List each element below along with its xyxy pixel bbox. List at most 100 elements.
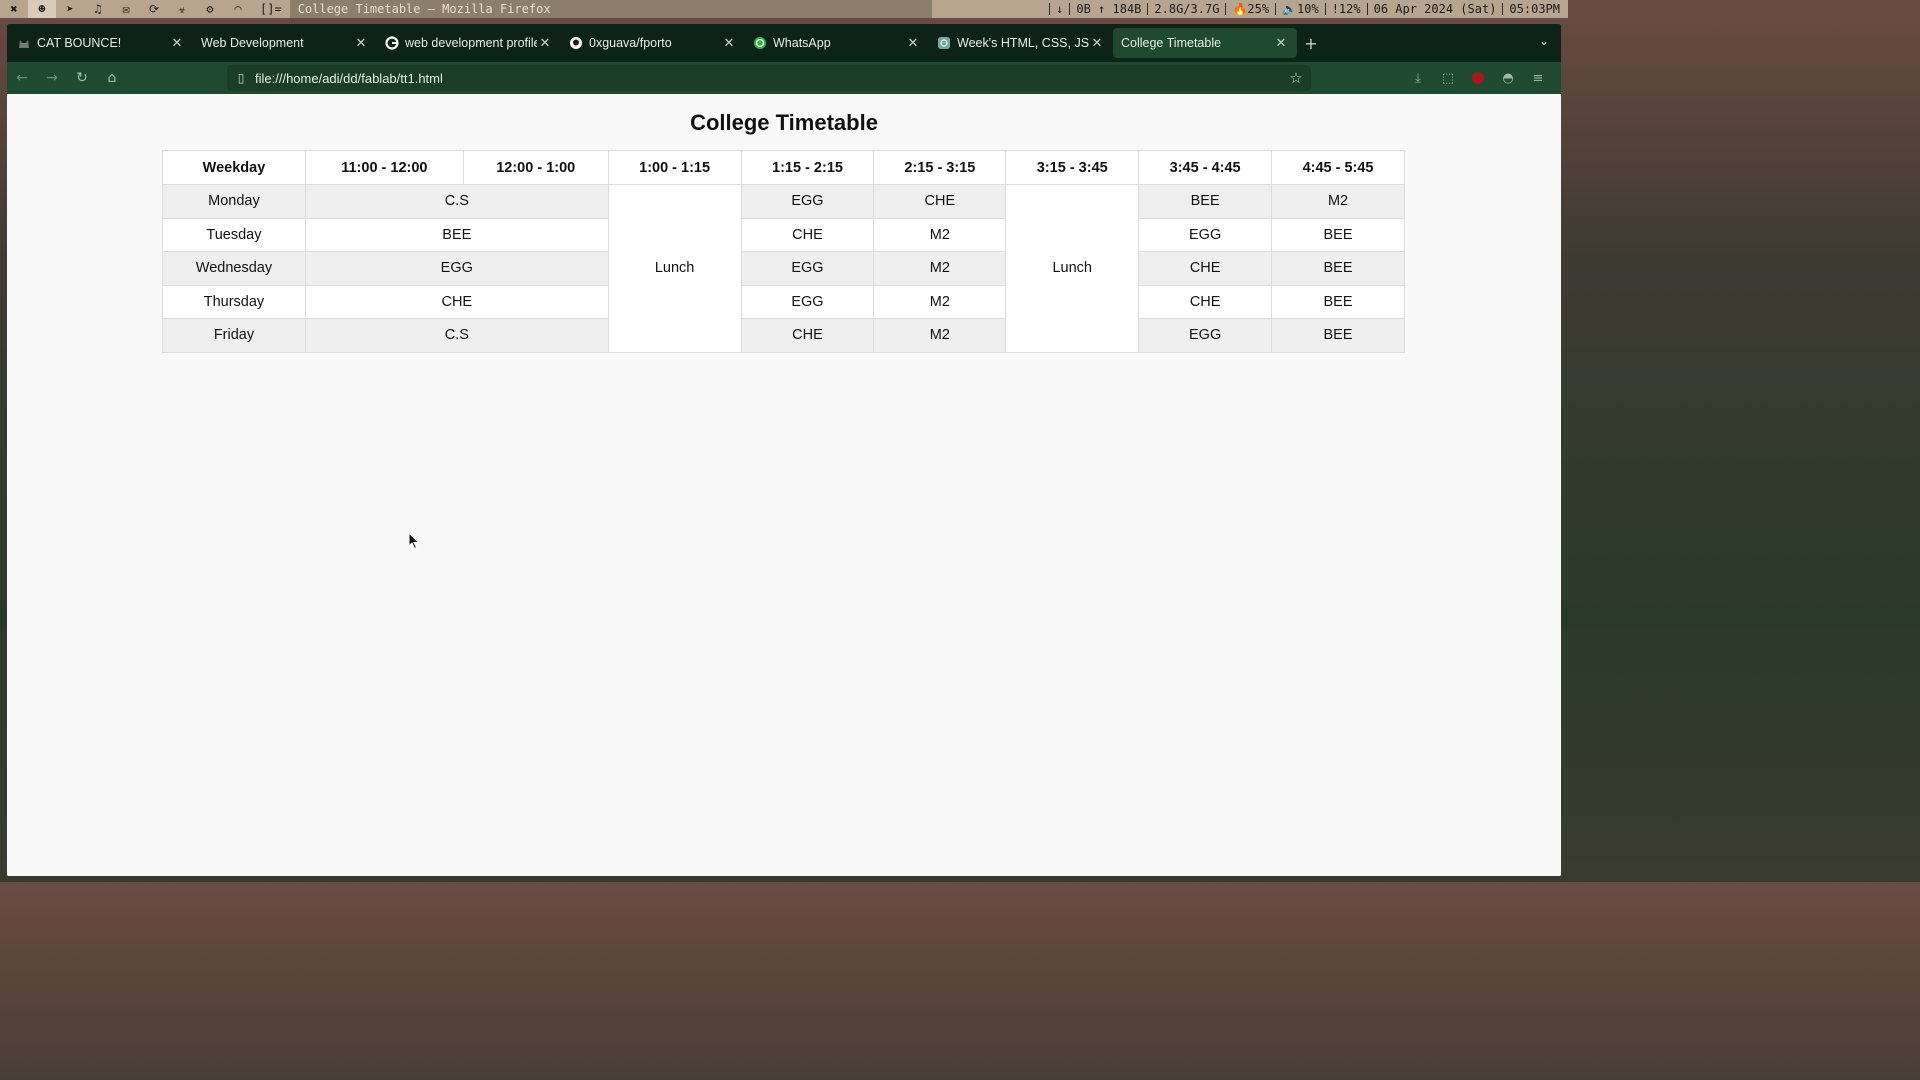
- close-icon[interactable]: ✕: [905, 35, 921, 51]
- subject-cell: BEE: [1271, 284, 1405, 319]
- workspace-4[interactable]: ♫: [84, 0, 112, 18]
- table-row: Thursday CHE EGG M2 CHE BEE: [162, 284, 1405, 319]
- layout-indicator[interactable]: []=: [252, 2, 290, 16]
- column-header: 2:15 - 3:15: [873, 150, 1007, 185]
- url-text[interactable]: file:///home/adi/dd/fablab/tt1.html: [255, 71, 1281, 86]
- subject-cell: M2: [1271, 184, 1405, 219]
- memory-status: 2.8G/3.7G: [1147, 3, 1225, 15]
- column-header: 4:45 - 5:45: [1271, 150, 1405, 185]
- column-header: 3:45 - 4:45: [1138, 150, 1273, 185]
- close-icon[interactable]: ✕: [169, 35, 185, 51]
- bookmark-star-icon[interactable]: ☆: [1281, 69, 1311, 87]
- home-icon[interactable]: ⌂: [97, 70, 127, 86]
- workspace-list: ✖ ☻ ➤ ♫ ✉ ⟳ ☣ ⚙ ◠: [0, 0, 252, 18]
- tab-label: 0xguava/fporto: [589, 36, 672, 50]
- tab-github[interactable]: 0xguava/fporto ✕: [561, 28, 745, 58]
- subject-cell: EGG: [740, 184, 875, 219]
- column-header: 12:00 - 1:00: [462, 150, 609, 185]
- menu-icon[interactable]: ≡: [1523, 71, 1553, 86]
- subject-cell: EGG: [304, 251, 609, 286]
- subject-cell: CHE: [1138, 251, 1273, 286]
- tab-cat-bounce[interactable]: CAT BOUNCE! ✕: [9, 28, 193, 58]
- weekday-cell: Monday: [162, 184, 306, 219]
- subject-cell: EGG: [740, 284, 875, 319]
- github-icon: [569, 36, 583, 50]
- workspace-5[interactable]: ✉: [112, 0, 140, 18]
- column-header: Weekday: [162, 150, 306, 185]
- url-bar[interactable]: ▯ file:///home/adi/dd/fablab/tt1.html ☆: [227, 65, 1311, 91]
- back-icon[interactable]: ←: [7, 70, 37, 86]
- workspace-7[interactable]: ☣: [168, 0, 196, 18]
- subject-cell: M2: [873, 251, 1007, 286]
- tab-label: Week's HTML, CSS, JS, Git: [957, 36, 1089, 50]
- reload-icon[interactable]: ↻: [67, 70, 97, 86]
- page-title: College Timetable: [690, 110, 878, 135]
- system-bar: ✖ ☻ ➤ ♫ ✉ ⟳ ☣ ⚙ ◠ []= College Timetable …: [0, 0, 1568, 18]
- download-indicator: ↓: [1049, 3, 1069, 15]
- forward-icon[interactable]: →: [37, 70, 67, 86]
- column-header: 3:15 - 3:45: [1005, 150, 1140, 185]
- tab-label: Web Development: [201, 36, 304, 50]
- page-content: College Timetable Weekday 11:00 - 12:00 …: [7, 94, 1561, 876]
- timetable: Weekday 11:00 - 12:00 12:00 - 1:00 1:00 …: [162, 150, 1405, 353]
- subject-cell: C.S: [304, 318, 609, 353]
- lunch-cell: Lunch: [1005, 184, 1140, 353]
- lunch-cell: Lunch: [607, 184, 742, 353]
- account-icon[interactable]: ◓: [1493, 71, 1523, 86]
- table-row: Friday C.S CHE M2 EGG BEE: [162, 318, 1405, 353]
- subject-cell: M2: [873, 284, 1007, 319]
- volume-status: 🔈10%: [1275, 3, 1325, 15]
- subject-cell: M2: [873, 318, 1007, 353]
- navigation-bar: ← → ↻ ⌂ ▯ file:///home/adi/dd/fablab/tt1…: [7, 62, 1561, 94]
- cpu-status: 🔥25%: [1225, 3, 1275, 15]
- workspace-2[interactable]: ☻: [28, 0, 56, 18]
- status-area: ↓ 0B ↑ 184B 2.8G/3.7G 🔥25% 🔈10% !12% 06 …: [932, 3, 1568, 15]
- network-status: 0B ↑ 184B: [1069, 3, 1147, 15]
- tab-google-search[interactable]: web development profile ✕: [377, 28, 561, 58]
- new-tab-button[interactable]: +: [1297, 34, 1325, 53]
- workspace-3[interactable]: ➤: [56, 0, 84, 18]
- close-icon[interactable]: ✕: [1089, 35, 1105, 51]
- tab-label: CAT BOUNCE!: [37, 36, 122, 50]
- date-status: 06 Apr 2024 (Sat): [1366, 3, 1503, 15]
- tab-label: web development profile: [405, 36, 537, 50]
- extensions-icon[interactable]: ⬚: [1433, 71, 1463, 86]
- subject-cell: CHE: [740, 318, 875, 353]
- tab-label: College Timetable: [1121, 36, 1222, 50]
- browser-window: CAT BOUNCE! ✕ Web Development ✕ web deve…: [7, 24, 1561, 876]
- subject-cell: C.S: [304, 184, 609, 219]
- battery-status: !12%: [1324, 3, 1367, 15]
- table-row: Monday C.S Lunch EGG CHE Lunch BEE M2: [162, 184, 1405, 353]
- close-icon[interactable]: ✕: [721, 35, 737, 51]
- subject-cell: BEE: [304, 217, 609, 252]
- tab-bar: CAT BOUNCE! ✕ Web Development ✕ web deve…: [7, 24, 1561, 62]
- chevron-down-icon[interactable]: ⌄: [1539, 34, 1549, 48]
- subject-cell: BEE: [1271, 251, 1405, 286]
- close-icon[interactable]: ✕: [537, 35, 553, 51]
- table-row: Wednesday EGG EGG M2 CHE BEE: [162, 251, 1405, 286]
- workspace-8[interactable]: ⚙: [196, 0, 224, 18]
- workspace-6[interactable]: ⟳: [140, 0, 168, 18]
- tab-college-timetable[interactable]: College Timetable ✕: [1113, 28, 1297, 58]
- subject-cell: M2: [873, 217, 1007, 252]
- subject-cell: CHE: [304, 284, 609, 319]
- tab-label: WhatsApp: [773, 36, 831, 50]
- workspace-1[interactable]: ✖: [0, 0, 28, 18]
- ublock-icon[interactable]: [1463, 72, 1493, 84]
- download-icon[interactable]: ⤓: [1403, 71, 1433, 86]
- subject-cell: CHE: [873, 184, 1007, 219]
- close-icon[interactable]: ✕: [353, 35, 369, 51]
- subject-cell: EGG: [1138, 318, 1273, 353]
- tab-whatsapp[interactable]: WhatsApp ✕: [745, 28, 929, 58]
- google-icon: [385, 36, 399, 50]
- subject-cell: CHE: [740, 217, 875, 252]
- tab-web-development[interactable]: Web Development ✕: [193, 28, 377, 58]
- weekday-cell: Wednesday: [162, 251, 306, 286]
- tab-chatgpt[interactable]: Week's HTML, CSS, JS, Git ✕: [929, 28, 1113, 58]
- weekday-cell: Friday: [162, 318, 306, 353]
- column-header: 1:15 - 2:15: [740, 150, 875, 185]
- subject-cell: CHE: [1138, 284, 1273, 319]
- subject-cell: BEE: [1271, 318, 1405, 353]
- close-icon[interactable]: ✕: [1273, 35, 1289, 51]
- workspace-9[interactable]: ◠: [224, 0, 252, 18]
